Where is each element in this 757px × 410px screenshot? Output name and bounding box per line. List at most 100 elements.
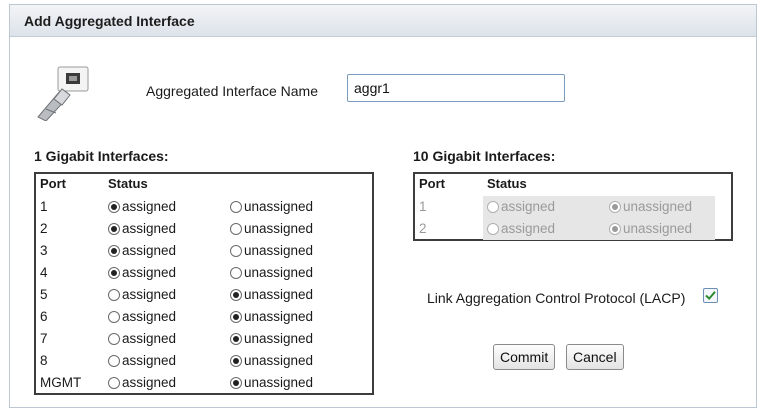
assigned-label: assigned (122, 199, 177, 214)
assigned-label: assigned (122, 353, 177, 368)
lacp-label: Link Aggregation Control Protocol (LACP) (427, 290, 686, 306)
gig1-row: 8 assigned unassigned (36, 350, 372, 372)
unassigned-radio (609, 200, 621, 213)
unassigned-radio (609, 222, 621, 235)
unassigned-option[interactable]: unassigned (230, 353, 313, 368)
gig1-port-header: Port (40, 176, 66, 191)
gig10-status-header: Status (487, 176, 527, 191)
unassigned-option[interactable]: unassigned (230, 265, 313, 280)
assigned-radio[interactable] (108, 354, 120, 367)
assigned-radio[interactable] (108, 310, 120, 323)
unassigned-radio[interactable] (230, 266, 242, 279)
unassigned-label: unassigned (244, 353, 314, 368)
gig10-port-header: Port (419, 176, 445, 191)
unassigned-radio[interactable] (230, 376, 242, 389)
assigned-radio[interactable] (108, 244, 120, 257)
port-label: 4 (40, 265, 48, 280)
gig1-row: MGMT assigned unassigned (36, 372, 372, 394)
gig10-table: Port Status 1 assigned unassigned 2 assigned… (413, 172, 733, 241)
gig1-status-header: Status (108, 176, 148, 191)
unassigned-option: unassigned (609, 199, 692, 214)
interface-name-input[interactable] (347, 74, 565, 102)
unassigned-option: unassigned (609, 221, 692, 236)
unassigned-option[interactable]: unassigned (230, 221, 313, 236)
unassigned-label: unassigned (244, 199, 314, 214)
cancel-button[interactable]: Cancel (566, 344, 624, 370)
unassigned-option[interactable]: unassigned (230, 199, 313, 214)
checkmark-icon (705, 291, 716, 301)
unassigned-label: unassigned (244, 265, 314, 280)
assigned-option[interactable]: assigned (108, 243, 176, 258)
port-label: 5 (40, 287, 48, 302)
unassigned-label: unassigned (244, 287, 314, 302)
unassigned-label: unassigned (244, 375, 314, 390)
port-label: 3 (40, 243, 48, 258)
ethernet-cable-icon (37, 66, 89, 121)
assigned-label: assigned (501, 221, 556, 236)
gig10-row: 2 assigned unassigned (415, 218, 731, 240)
assigned-radio[interactable] (108, 332, 120, 345)
gig1-table: Port Status 1 assigned unassigned 2 assigned… (34, 172, 374, 395)
assigned-label: assigned (122, 331, 177, 346)
assigned-option: assigned (487, 199, 555, 214)
assigned-radio[interactable] (108, 222, 120, 235)
gig1-row: 4 assigned unassigned (36, 262, 372, 284)
assigned-radio[interactable] (108, 288, 120, 301)
unassigned-option[interactable]: unassigned (230, 309, 313, 324)
port-label: 8 (40, 353, 48, 368)
unassigned-label: unassigned (244, 309, 314, 324)
add-aggregated-interface-dialog: Add Aggregated Interface Aggregated Inte… (9, 4, 757, 408)
assigned-radio (487, 200, 499, 213)
dialog-title: Add Aggregated Interface (10, 5, 756, 37)
unassigned-option[interactable]: unassigned (230, 243, 313, 258)
gig1-row: 5 assigned unassigned (36, 284, 372, 306)
lacp-checkbox[interactable] (703, 288, 718, 303)
assigned-radio[interactable] (108, 266, 120, 279)
assigned-label: assigned (501, 199, 556, 214)
unassigned-radio[interactable] (230, 310, 242, 323)
assigned-option[interactable]: assigned (108, 199, 176, 214)
port-label: 6 (40, 309, 48, 324)
assigned-option[interactable]: assigned (108, 331, 176, 346)
port-label: 1 (419, 199, 427, 214)
assigned-option[interactable]: assigned (108, 309, 176, 324)
unassigned-radio[interactable] (230, 288, 242, 301)
assigned-label: assigned (122, 265, 177, 280)
unassigned-radio[interactable] (230, 222, 242, 235)
unassigned-option[interactable]: unassigned (230, 287, 313, 302)
assigned-option: assigned (487, 221, 555, 236)
assigned-label: assigned (122, 243, 177, 258)
port-label: 2 (40, 221, 48, 236)
assigned-label: assigned (122, 287, 177, 302)
port-label: 2 (419, 221, 427, 236)
assigned-label: assigned (122, 375, 177, 390)
unassigned-radio[interactable] (230, 332, 242, 345)
unassigned-label: unassigned (623, 221, 693, 236)
gig10-row: 1 assigned unassigned (415, 196, 731, 218)
assigned-option[interactable]: assigned (108, 287, 176, 302)
commit-button[interactable]: Commit (493, 344, 556, 370)
assigned-label: assigned (122, 221, 177, 236)
gig1-row: 7 assigned unassigned (36, 328, 372, 350)
unassigned-radio[interactable] (230, 200, 242, 213)
assigned-radio (487, 222, 499, 235)
assigned-radio[interactable] (108, 200, 120, 213)
assigned-option[interactable]: assigned (108, 353, 176, 368)
gig1-row: 1 assigned unassigned (36, 196, 372, 218)
gig1-row: 3 assigned unassigned (36, 240, 372, 262)
unassigned-radio[interactable] (230, 244, 242, 257)
port-label: 7 (40, 331, 48, 346)
gig10-section-title: 10 Gigabit Interfaces: (413, 148, 556, 164)
unassigned-label: unassigned (244, 243, 314, 258)
gig1-section-title: 1 Gigabit Interfaces: (34, 148, 169, 164)
unassigned-option[interactable]: unassigned (230, 375, 313, 390)
assigned-radio[interactable] (108, 376, 120, 389)
port-label: 1 (40, 199, 48, 214)
interface-name-label: Aggregated Interface Name (146, 83, 318, 99)
assigned-option[interactable]: assigned (108, 265, 176, 280)
assigned-option[interactable]: assigned (108, 221, 176, 236)
gig1-row: 6 assigned unassigned (36, 306, 372, 328)
assigned-option[interactable]: assigned (108, 375, 176, 390)
unassigned-radio[interactable] (230, 354, 242, 367)
unassigned-option[interactable]: unassigned (230, 331, 313, 346)
